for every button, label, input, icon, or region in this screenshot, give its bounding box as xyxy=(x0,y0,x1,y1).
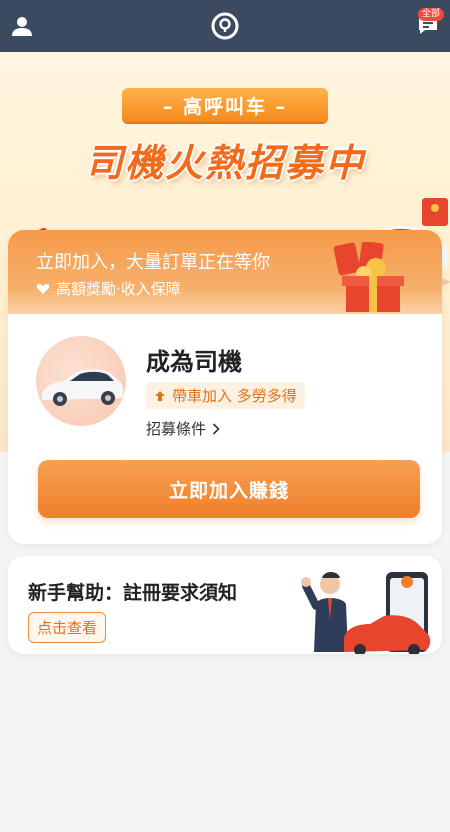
help-card[interactable]: 新手幫助：註冊要求須知 点击查看 xyxy=(8,556,442,654)
messages-button[interactable]: 全部 xyxy=(406,0,450,52)
gift-box-illustration xyxy=(333,242,404,312)
driver-info: 成為司機 帶車加入 多勞多得 招募條件 xyxy=(36,336,422,438)
chevron-right-icon xyxy=(212,422,220,435)
brand-ribbon: – 高呼叫车 – xyxy=(122,88,328,122)
perk-tag: 帶車加入 多勞多得 xyxy=(146,382,305,409)
become-driver-title: 成為司機 xyxy=(146,348,242,376)
car-avatar xyxy=(36,336,126,426)
driver-phone-illustration xyxy=(301,572,431,654)
logo xyxy=(203,0,247,52)
recruit-conditions-label: 招募條件 xyxy=(146,420,207,438)
top-bar: 全部 xyxy=(0,0,450,52)
view-details-button[interactable]: 点击查看 xyxy=(28,612,107,643)
car-icon xyxy=(42,369,124,406)
perk-tag-text: 帶車加入 多勞多得 xyxy=(172,387,297,405)
header-title: 立即加入，大量訂單正在等你 xyxy=(36,252,270,273)
location-logo-icon xyxy=(211,12,239,40)
profile-button[interactable] xyxy=(0,0,44,52)
card-header: 立即加入，大量訂單正在等你 高額獎勵·收入保障 xyxy=(8,230,442,314)
arrow-up-icon xyxy=(155,390,165,401)
notification-badge: 全部 xyxy=(417,8,444,21)
driver-recruit-card: 立即加入，大量訂單正在等你 高額獎勵·收入保障 成為司機 帶車加入 多勞多得 招… xyxy=(8,230,442,544)
header-subtitle-text: 高額獎勵·收入保障 xyxy=(56,280,181,298)
help-title: 新手幫助：註冊要求須知 xyxy=(28,582,238,604)
heart-badge-icon xyxy=(36,283,50,294)
user-icon xyxy=(12,17,32,36)
header-subtitle: 高額獎勵·收入保障 xyxy=(36,278,181,299)
join-earn-button[interactable]: 立即加入賺錢 xyxy=(38,460,420,518)
recruitment-headline: 司機火熱招募中 xyxy=(84,141,365,185)
recruit-conditions-link[interactable]: 招募條件 xyxy=(146,418,220,439)
